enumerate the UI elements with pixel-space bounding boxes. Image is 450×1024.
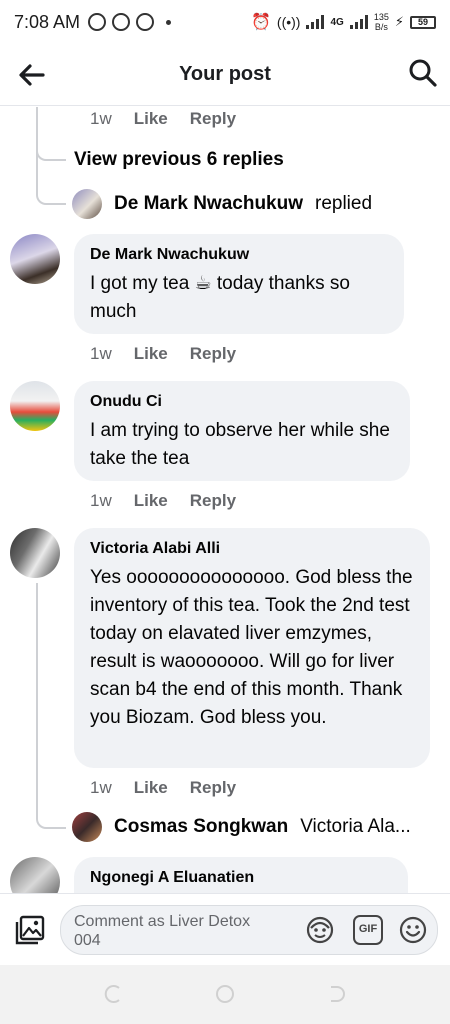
- avatar-sticker-icon[interactable]: [305, 915, 335, 945]
- comment-bubble[interactable]: De Mark Nwachukuw I got my tea ☕ today t…: [74, 234, 404, 334]
- hotspot-icon: ((•)): [276, 14, 301, 30]
- comment-time: 1w: [90, 344, 112, 363]
- reply-summary-text: replied: [315, 193, 373, 214]
- more-notifications-dot: [166, 19, 172, 25]
- comments-feed[interactable]: 1w Like Reply View previous 6 replies De…: [0, 107, 450, 893]
- data-speed: 135 B/s: [374, 12, 389, 32]
- comment-input[interactable]: Comment as Liver Detox 004 GIF: [60, 905, 438, 955]
- photo-icon[interactable]: [14, 914, 46, 946]
- avatar[interactable]: [10, 234, 60, 284]
- notification-icon: [112, 13, 131, 31]
- reply-author-name: Cosmas Songkwan: [114, 816, 289, 837]
- reply-button[interactable]: Reply: [190, 344, 236, 364]
- home-icon[interactable]: [214, 983, 236, 1005]
- recent-apps-icon[interactable]: [102, 983, 124, 1005]
- comment-author-name[interactable]: De Mark Nwachukuw: [90, 246, 388, 264]
- comment-author-name[interactable]: Victoria Alabi Alli: [90, 540, 414, 558]
- gif-label: GIF: [358, 923, 378, 935]
- thread-connector: [36, 107, 66, 205]
- back-icon[interactable]: [326, 983, 348, 1005]
- like-button[interactable]: Like: [134, 778, 168, 798]
- comment-placeholder: Comment as Liver Detox 004: [74, 913, 251, 949]
- comment-actions: 1w Like Reply: [90, 491, 236, 511]
- signal-icon: [306, 15, 325, 29]
- like-button[interactable]: Like: [134, 491, 168, 511]
- network-type: 4G: [330, 16, 344, 28]
- notification-icon: [136, 13, 155, 31]
- reply-author-name: De Mark Nwachukuw: [114, 193, 303, 214]
- reply-button[interactable]: Reply: [190, 491, 236, 511]
- comment-time: 1w: [90, 778, 112, 797]
- reply-button[interactable]: Reply: [190, 778, 236, 798]
- reply-summary[interactable]: De Mark Nwachukuw replied: [72, 189, 372, 219]
- comment-time: 1w: [90, 491, 112, 510]
- comment-text: I got my tea ☕ today thanks so much: [90, 273, 350, 322]
- comment-author-name[interactable]: Onudu Ci: [90, 393, 394, 411]
- avatar[interactable]: [10, 857, 60, 893]
- thread-line: [36, 583, 38, 818]
- data-speed-value: 135: [373, 12, 389, 22]
- battery-level: 59: [410, 15, 436, 29]
- comment-actions: 1w Like Reply: [90, 109, 236, 129]
- avatar: [72, 812, 102, 842]
- comment-text: I am trying to observe her while she tak…: [90, 420, 390, 469]
- thread-connector: [36, 797, 66, 829]
- like-button[interactable]: Like: [134, 109, 168, 129]
- comment-author-name[interactable]: Ngonegi A Eluanatien: [90, 869, 392, 887]
- whatsapp-icon: [88, 13, 107, 31]
- search-icon[interactable]: [408, 58, 438, 88]
- charging-icon: ⚡: [394, 14, 404, 29]
- comment-time: 1w: [90, 109, 112, 128]
- comment-bar: Comment as Liver Detox 004 GIF: [0, 893, 450, 965]
- alarm-icon: ⏰: [251, 14, 271, 31]
- page-title: Your post: [179, 63, 271, 85]
- status-right: ⏰ ((•)) 4G 135 B/s ⚡ 59: [251, 12, 436, 32]
- data-speed-unit: B/s: [374, 22, 388, 32]
- comment-text: Yes ooooooooooooooo. God bless the inven…: [90, 567, 413, 728]
- avatar[interactable]: [10, 381, 60, 431]
- avatar[interactable]: [10, 528, 60, 578]
- app-header: Your post: [0, 44, 450, 106]
- comment-bubble[interactable]: Ngonegi A Eluanatien: [74, 857, 408, 893]
- system-nav-bar: [0, 965, 450, 1024]
- reply-summary[interactable]: Cosmas Songkwan Victoria Ala...: [72, 812, 411, 842]
- reply-summary-text: Victoria Ala...: [300, 816, 411, 837]
- like-button[interactable]: Like: [134, 344, 168, 364]
- status-time: 7:08 AM: [14, 11, 81, 32]
- gif-icon[interactable]: GIF: [353, 915, 383, 945]
- screen: 7:08 AM ⏰ ((•)) 4G 135 B/s ⚡ 59 Your pos…: [0, 0, 450, 1024]
- view-previous-replies-link[interactable]: View previous 6 replies: [74, 149, 284, 171]
- reply-button[interactable]: Reply: [190, 109, 236, 129]
- comment-bubble[interactable]: Victoria Alabi Alli Yes ooooooooooooooo.…: [74, 528, 430, 768]
- comment-actions: 1w Like Reply: [90, 778, 236, 798]
- avatar: [72, 189, 102, 219]
- emoji-icon[interactable]: [398, 915, 428, 945]
- arrow-left-icon[interactable]: [16, 60, 46, 90]
- status-bar: 7:08 AM ⏰ ((•)) 4G 135 B/s ⚡ 59: [0, 0, 450, 44]
- signal-icon: [349, 15, 368, 29]
- comment-bubble[interactable]: Onudu Ci I am trying to observe her whil…: [74, 381, 410, 481]
- comment-actions: 1w Like Reply: [90, 344, 236, 364]
